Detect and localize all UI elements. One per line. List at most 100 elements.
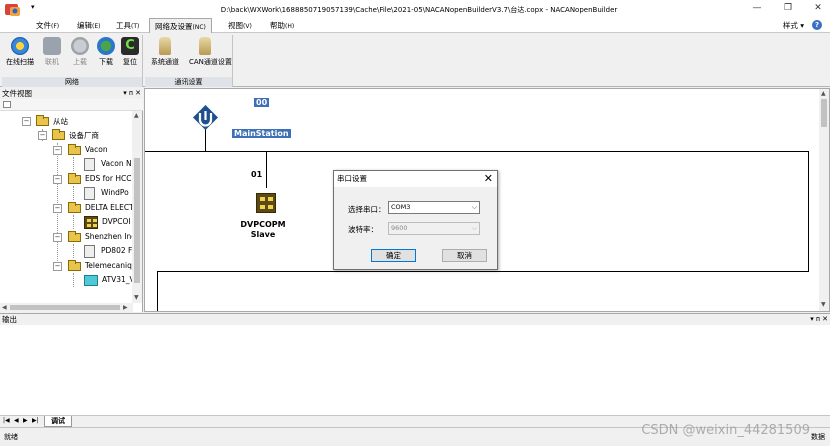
system-channel-button[interactable]: 系统通道 [149,37,181,73]
slave-address[interactable]: 01 [251,170,262,179]
file-view-panel: 文件视图 ▾ ᴨ ✕ − 从站 − 设备厂商 − Vacon Vacon N −… [0,88,143,312]
collapse-icon[interactable]: − [53,175,62,184]
ok-button[interactable]: 确定 [371,249,416,262]
collapse-icon[interactable]: − [38,131,47,140]
collapse-icon[interactable]: − [53,204,62,213]
download-icon [97,37,115,55]
tree-vertical-scrollbar[interactable]: ▲ ▼ [132,111,142,303]
collapse-icon[interactable]: − [53,146,62,155]
tree-node-slaves[interactable]: − 从站 [22,115,132,128]
output-header: 输出 ▾ ᴨ ✕ [0,314,830,325]
collapse-icon[interactable]: − [22,117,31,126]
tab-next-icon[interactable]: ▶ [23,417,28,424]
tree-node-vendor[interactable]: − EDS for HCC [53,173,132,186]
master-station-icon[interactable] [193,105,218,130]
title-bar: ▾ D:\back\WXWork\1688850719057139\Cache\… [0,0,830,18]
connect-icon [43,37,61,55]
ribbon-group-label: 网络 [2,77,142,87]
file-view-title: 文件视图 [2,89,32,98]
folder-icon [68,173,81,184]
chevron-down-icon: ⌵ [471,203,477,211]
port-label: 选择串口： [348,205,386,214]
system-channel-icon [159,37,171,55]
tree-node-device[interactable]: WindPo [84,187,132,200]
cancel-button[interactable]: 取消 [442,249,487,262]
help-icon[interactable]: ? [812,20,822,30]
restore-button[interactable]: ❐ [781,2,795,14]
scroll-up-icon[interactable]: ▲ [134,112,139,119]
baud-rate-select: 9600 ⌵ [388,222,480,235]
master-station-label[interactable]: MainStation [232,129,291,138]
master-address[interactable]: 00 [254,98,270,107]
menu-edit[interactable]: 编辑(E) [77,20,100,31]
tab-debug[interactable]: 调试 [44,416,72,427]
tree-node-vendors[interactable]: − 设备厂商 [38,129,132,142]
output-title: 输出 [2,315,17,324]
tree-view-icon[interactable] [3,101,11,108]
atv31-icon [84,275,98,286]
panel-controls[interactable]: ▾ ᴨ ✕ [810,314,828,325]
tree-node-device[interactable]: PD802 F [84,245,132,258]
ribbon-group-label: 通讯设置 [145,77,232,87]
tree-node-vendor[interactable]: − DELTA ELECT [53,202,132,215]
device-icon [84,187,95,200]
tab-first-icon[interactable]: |◀ [3,417,10,424]
tree-node-vendor[interactable]: − Telemecaniq [53,260,132,273]
scroll-thumb[interactable] [10,305,120,310]
collapse-icon[interactable]: − [53,262,62,271]
dialog-close-icon[interactable]: ✕ [484,171,493,187]
scan-online-button[interactable]: 在线扫描 [4,37,36,73]
tree-connector [73,186,74,200]
file-tree: − 从站 − 设备厂商 − Vacon Vacon N − EDS for HC… [0,111,132,303]
tree-toolbar [0,99,143,111]
minimize-button[interactable]: — [750,2,764,14]
panel-controls[interactable]: ▾ ᴨ ✕ [123,88,141,99]
upload-icon [71,37,89,55]
tree-node-device[interactable]: ATV31_V [84,274,132,287]
dvpcopm-icon [84,216,98,229]
close-button[interactable]: ✕ [811,2,825,14]
output-panel: 输出 ▾ ᴨ ✕ [0,313,830,415]
canvas-vertical-scrollbar[interactable]: ▲ ▼ [819,89,829,311]
folder-icon [36,115,49,126]
folder-icon [68,260,81,271]
tree-node-vendor[interactable]: − Vacon [53,144,132,157]
folder-icon [68,144,81,155]
tab-prev-icon[interactable]: ◀ [14,417,19,424]
tree-horizontal-scrollbar[interactable]: ◀ ▶ [0,303,133,312]
can-channel-settings-button[interactable]: CAN通道设置 [189,37,232,73]
style-menu[interactable]: 样式 ▾ [783,20,804,31]
scroll-thumb[interactable] [821,99,827,127]
tab-last-icon[interactable]: ▶| [32,417,39,424]
reset-button[interactable]: C 复位 [114,37,146,73]
tree-connector [73,273,74,287]
menu-tools[interactable]: 工具(T) [116,20,139,31]
tree-node-device[interactable]: DVPCOI [84,216,132,229]
scroll-down-icon[interactable]: ▼ [134,294,139,301]
ribbon-group-network: 在线扫描 联机 上载 下载 C 复位 网络 [2,35,143,87]
menu-view[interactable]: 视图(V) [228,20,252,31]
scroll-down-icon[interactable]: ▼ [821,301,826,308]
reset-icon: C [121,37,139,55]
collapse-icon[interactable]: − [53,233,62,242]
scan-icon [11,37,29,55]
slave-device-icon[interactable] [256,193,276,213]
file-view-header: 文件视图 ▾ ᴨ ✕ [0,88,143,99]
menu-help[interactable]: 帮助(H) [270,20,294,31]
menu-network-settings[interactable]: 网络及设置(NC) [149,18,212,33]
tree-node-vendor[interactable]: − Shenzhen Ine [53,231,132,244]
scroll-thumb[interactable] [134,158,140,283]
status-text: 就绪 [4,433,18,441]
scroll-right-icon[interactable]: ▶ [123,304,128,311]
slave-device-label[interactable]: DVPCOPM Slave [233,220,293,240]
port-select[interactable]: COM3 ⌵ [388,201,480,214]
can-channel-icon [199,37,211,55]
scroll-up-icon[interactable]: ▲ [821,90,826,97]
menu-file[interactable]: 文件(F) [36,20,59,31]
status-indicator: 数据 [811,433,825,441]
folder-icon [68,202,81,213]
chevron-down-icon: ⌵ [471,224,477,232]
scroll-left-icon[interactable]: ◀ [2,304,7,311]
can-bus-line [808,151,809,271]
tree-node-device[interactable]: Vacon N [84,158,132,171]
